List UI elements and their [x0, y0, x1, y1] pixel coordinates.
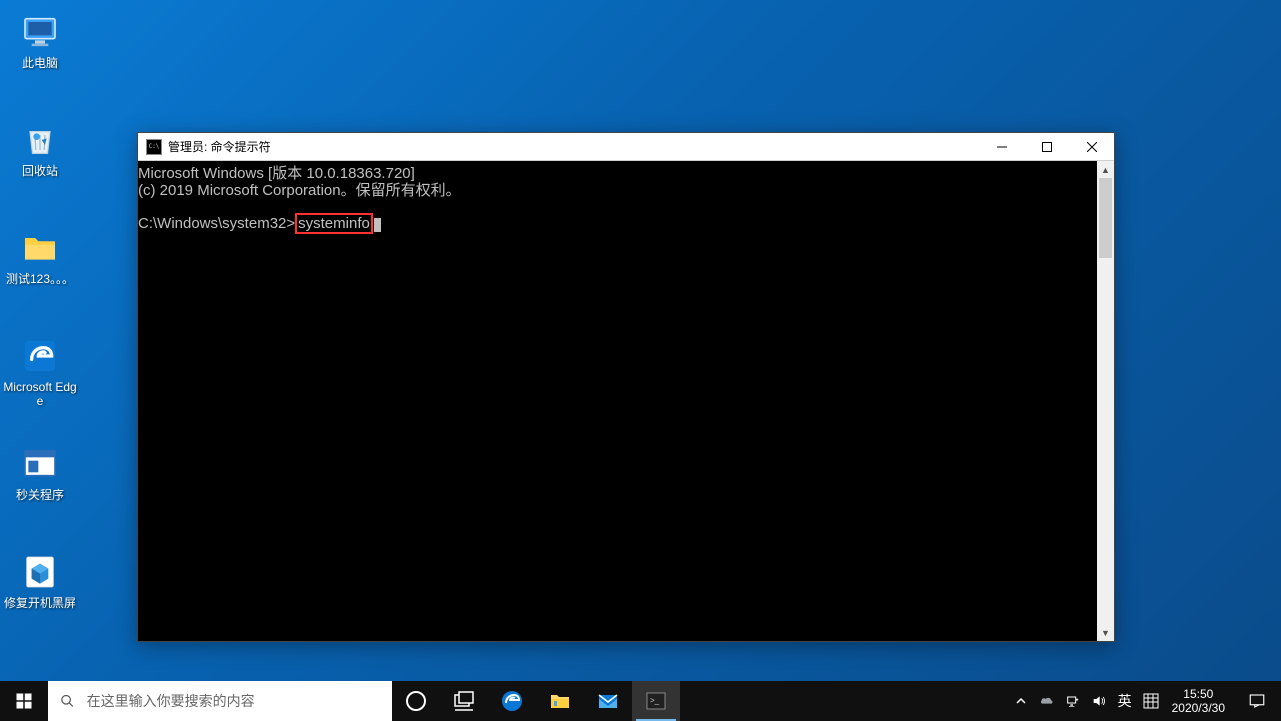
titlebar[interactable]: 管理员: 命令提示符	[138, 133, 1114, 161]
taskbar: >_ 英 15:50 2020/3/30	[0, 681, 1281, 721]
desktop-icon-label: 秒关程序	[3, 488, 77, 502]
taskbar-app-cmd[interactable]: >_	[632, 681, 680, 721]
cortana-button[interactable]	[392, 681, 440, 721]
terminal-output[interactable]: Microsoft Windows [版本 10.0.18363.720] (c…	[138, 161, 1097, 641]
taskbar-app-mail[interactable]	[584, 681, 632, 721]
terminal-prompt: C:\Windows\system32>	[138, 215, 295, 232]
tray-onedrive-icon[interactable]	[1038, 681, 1056, 721]
task-view-button[interactable]	[440, 681, 488, 721]
terminal-cursor	[374, 218, 381, 232]
desktop-icon-folder-test[interactable]: 测试123。。。	[3, 228, 77, 286]
system-tray: 英	[1008, 681, 1164, 721]
desktop-icon-label: Microsoft Edge	[3, 380, 77, 408]
tray-ime-options-icon[interactable]	[1142, 681, 1160, 721]
terminal-line: (c) 2019 Microsoft Corporation。保留所有权利。	[138, 182, 461, 199]
taskbar-app-explorer[interactable]	[536, 681, 584, 721]
scroll-up-arrow[interactable]: ▲	[1097, 161, 1114, 178]
cmd-icon	[146, 139, 162, 155]
close-button[interactable]	[1069, 133, 1114, 160]
minimize-button[interactable]	[979, 133, 1024, 160]
taskbar-search[interactable]	[48, 681, 392, 721]
desktop-icon-label: 回收站	[3, 164, 77, 178]
maximize-button[interactable]	[1024, 133, 1069, 160]
search-input[interactable]	[87, 693, 380, 709]
recycle-bin-icon	[20, 120, 60, 160]
desktop-icon-recycle-bin[interactable]: 回收站	[3, 120, 77, 178]
desktop-icon-label: 此电脑	[3, 56, 77, 70]
clock-time: 15:50	[1183, 687, 1213, 701]
monitor-icon	[20, 12, 60, 52]
edge-icon	[20, 336, 60, 376]
desktop-icon-label: 测试123。。。	[3, 272, 77, 286]
vertical-scrollbar[interactable]: ▲ ▼	[1097, 161, 1114, 641]
desktop-icon-label: 修复开机黑屏	[3, 596, 77, 610]
taskbar-app-edge[interactable]	[488, 681, 536, 721]
desktop-icon-this-pc[interactable]: 此电脑	[3, 12, 77, 70]
terminal-command-highlighted: systeminfo	[295, 213, 373, 234]
action-center-button[interactable]	[1233, 681, 1281, 721]
start-button[interactable]	[0, 681, 48, 721]
window-title: 管理员: 命令提示符	[168, 138, 979, 155]
terminal-line: Microsoft Windows [版本 10.0.18363.720]	[138, 165, 415, 182]
svg-text:>_: >_	[650, 696, 660, 705]
tray-chevron-icon[interactable]	[1012, 681, 1030, 721]
clock-date: 2020/3/30	[1172, 701, 1225, 715]
cmd-window: 管理员: 命令提示符 Microsoft Windows [版本 10.0.18…	[137, 132, 1115, 642]
cube-app-icon	[20, 552, 60, 592]
search-icon	[60, 693, 75, 709]
app-window-icon	[20, 444, 60, 484]
scroll-thumb[interactable]	[1099, 178, 1112, 258]
folder-icon	[20, 228, 60, 268]
desktop-icon-edge[interactable]: Microsoft Edge	[3, 336, 77, 408]
desktop-icon-repair-boot[interactable]: 修复开机黑屏	[3, 552, 77, 610]
taskbar-clock[interactable]: 15:50 2020/3/30	[1164, 681, 1233, 721]
scroll-down-arrow[interactable]: ▼	[1097, 624, 1114, 641]
tray-volume-icon[interactable]	[1090, 681, 1108, 721]
tray-network-icon[interactable]	[1064, 681, 1082, 721]
tray-ime-indicator[interactable]: 英	[1116, 681, 1134, 721]
desktop-icon-shutdown-app[interactable]: 秒关程序	[3, 444, 77, 502]
